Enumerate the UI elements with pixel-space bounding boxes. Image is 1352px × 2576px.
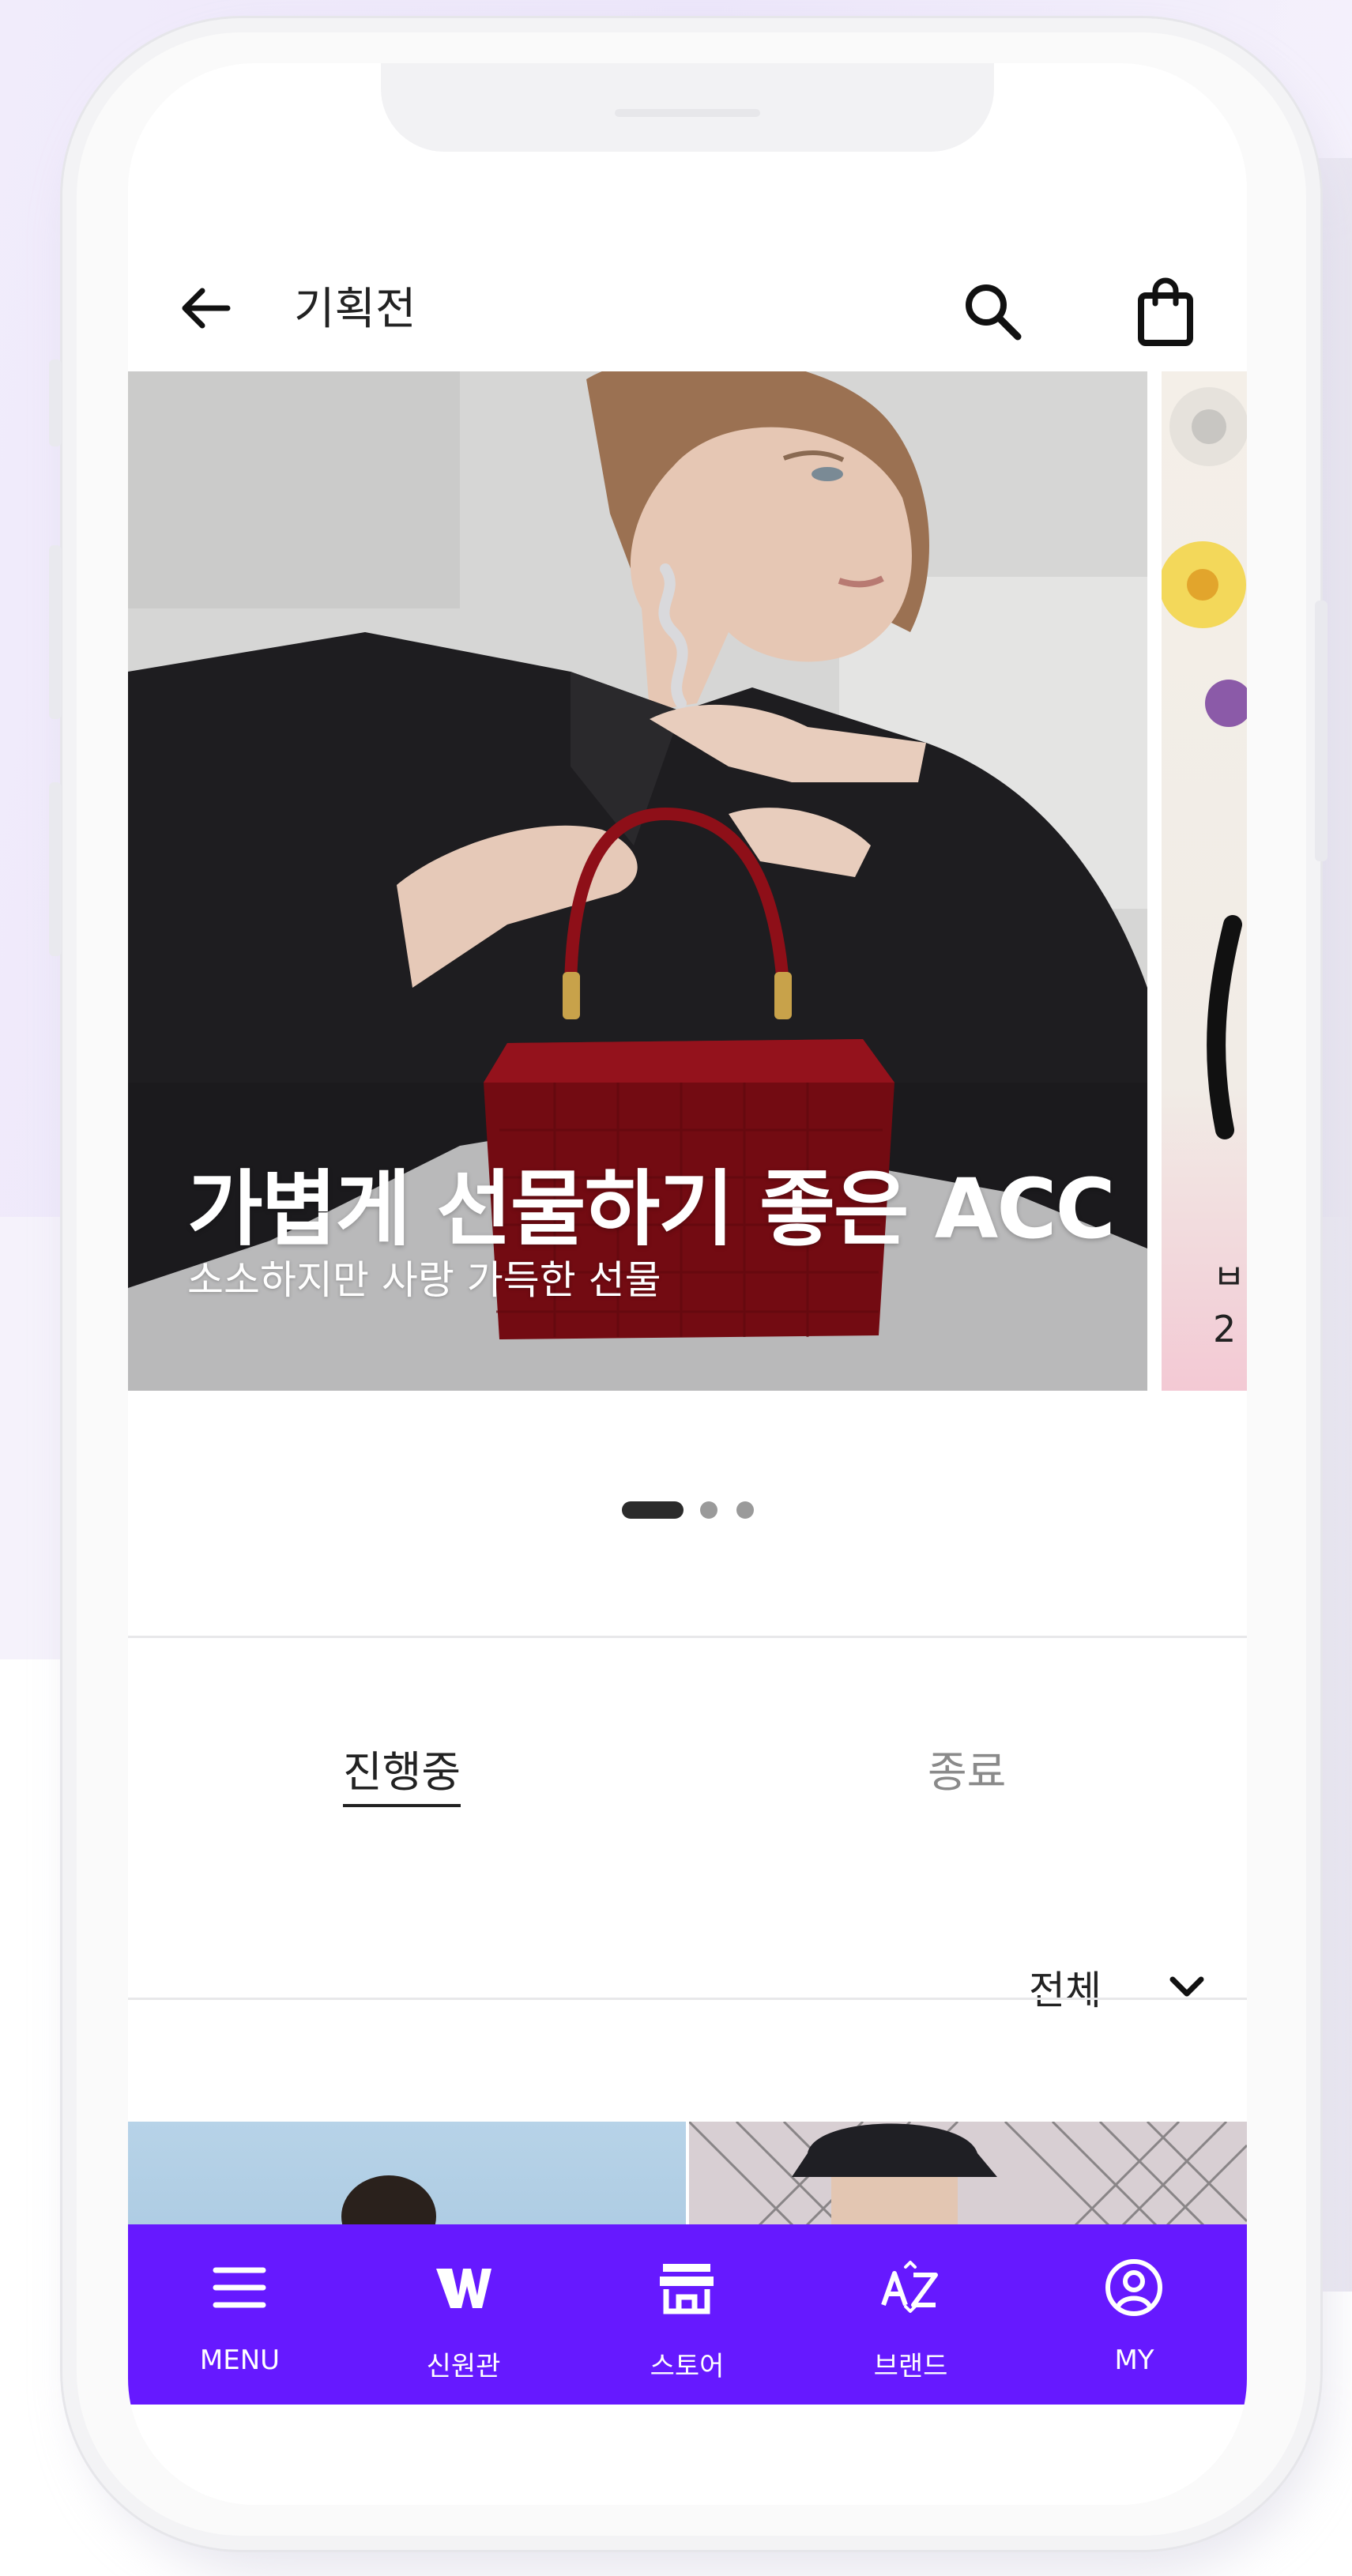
shinwon-logo-icon: [436, 2269, 491, 2308]
bottom-navigation: MENU 신원관 스토어 브랜드 MY: [128, 2224, 1247, 2405]
filter-selected-value: 전체: [1029, 1968, 1102, 2013]
nav-item-shinwon[interactable]: 신원관: [352, 2224, 575, 2405]
tab-ended[interactable]: 종료: [928, 1737, 1006, 1799]
promotion-carousel[interactable]: 가볍게 선물하기 좋은 ACC 소소하지만 사랑 가득한 선물 ㅂ 2: [128, 371, 1247, 1391]
back-button[interactable]: [175, 277, 239, 340]
carousel-slide-next-peek[interactable]: ㅂ 2: [1162, 371, 1247, 1391]
next-slide-title-peek: ㅂ: [1213, 1257, 1245, 1297]
phone-side-button: [49, 782, 62, 956]
pagination-dot[interactable]: [736, 1501, 754, 1519]
section-divider: [128, 1636, 1247, 1638]
phone-notch: [381, 63, 994, 152]
nav-item-my[interactable]: MY: [1022, 2224, 1246, 2405]
slide-title: 가볍게 선물하기 좋은 ACC: [187, 1161, 1116, 1257]
phone-side-button: [49, 360, 62, 446]
menu-icon: [213, 2267, 266, 2308]
search-icon: [966, 284, 1022, 341]
carousel-slide-active[interactable]: 가볍게 선물하기 좋은 ACC 소소하지만 사랑 가득한 선물: [128, 371, 1147, 1391]
nav-item-brand[interactable]: 브랜드: [799, 2224, 1022, 2405]
filter-dropdown[interactable]: 전체: [1029, 1948, 1218, 2019]
arrow-left-icon: [182, 288, 231, 329]
tab-ongoing[interactable]: 진행중: [343, 1737, 461, 1807]
next-slide-subtitle-peek: 2: [1213, 1308, 1237, 1350]
shopping-bag-icon: [1138, 277, 1193, 346]
slide-subtitle: 소소하지만 사랑 가득한 선물: [187, 1257, 661, 1303]
nav-label-menu: MENU: [199, 2344, 281, 2376]
filter-divider: [128, 1998, 1247, 2000]
search-button[interactable]: [958, 277, 1029, 348]
nav-label-shinwon: 신원관: [426, 2351, 501, 2382]
app-header: 기획전: [128, 245, 1247, 363]
phone-speaker: [615, 109, 760, 117]
phone-screen: 기획전 가볍게 선물하기 좋은 ACC 소소하지만 사랑 가득한 선물 ㅂ 2 …: [128, 63, 1247, 2505]
phone-side-button: [49, 545, 62, 719]
nav-label-brand: 브랜드: [873, 2351, 948, 2382]
brand-az-icon: [881, 2261, 938, 2313]
user-circle-icon: [1105, 2259, 1162, 2316]
nav-label-store: 스토어: [650, 2351, 725, 2382]
chevron-down-icon: [1169, 1976, 1204, 1997]
nav-item-store[interactable]: 스토어: [575, 2224, 799, 2405]
phone-side-button: [1315, 601, 1328, 861]
nav-label-my: MY: [1114, 2344, 1154, 2376]
store-icon: [660, 2264, 714, 2314]
shopping-bag-button[interactable]: [1130, 273, 1201, 349]
page-title: 기획전: [294, 284, 416, 335]
nav-item-menu[interactable]: MENU: [128, 2224, 352, 2405]
pagination-dot-active[interactable]: [622, 1501, 684, 1519]
pagination-dot[interactable]: [700, 1501, 717, 1519]
carousel-pagination: [128, 1501, 1247, 1525]
next-slide-flowers: [1162, 387, 1247, 1139]
